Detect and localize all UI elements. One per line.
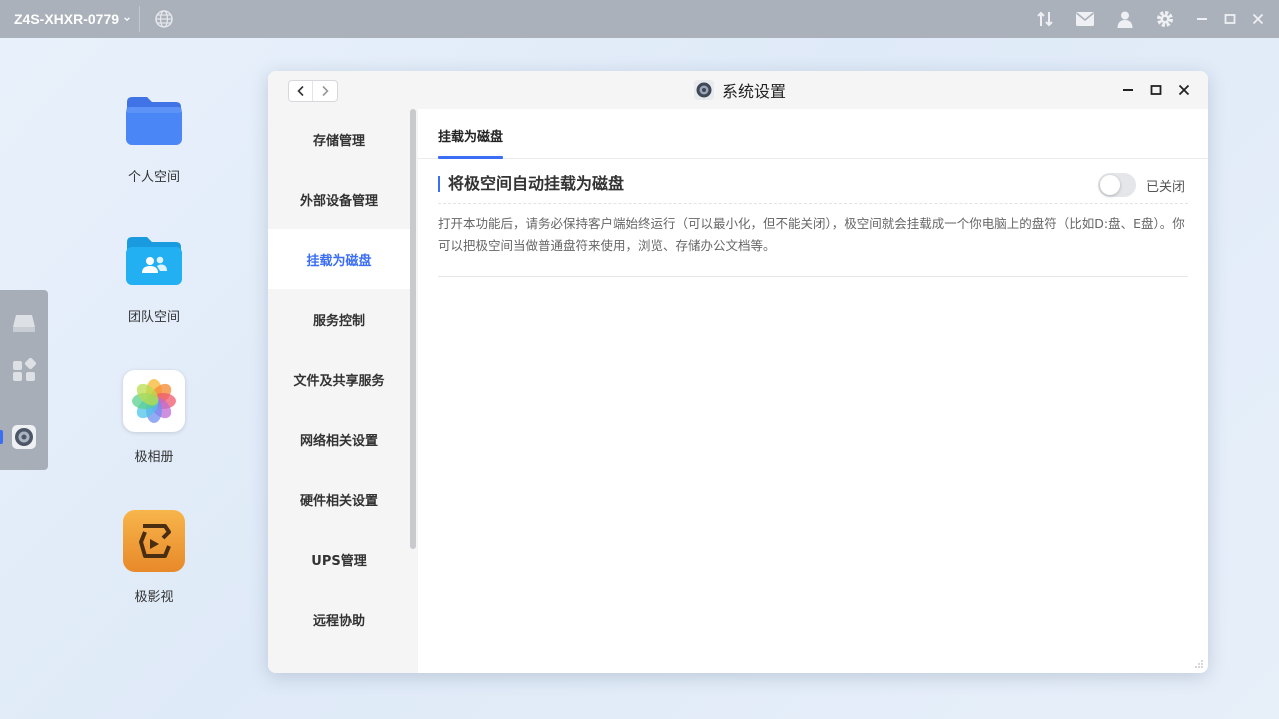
- window-close-button[interactable]: [1177, 83, 1191, 97]
- tab-underline: [438, 156, 503, 159]
- sidebar-item-remote-assist[interactable]: 远程协助: [268, 589, 410, 649]
- tab-bar: 挂载为磁盘: [418, 109, 1208, 159]
- window-title-text: 系统设置: [722, 82, 787, 101]
- window-title: 系统设置: [694, 79, 786, 101]
- sidebar-item-storage[interactable]: 存储管理: [268, 109, 410, 169]
- title-bar[interactable]: 系统设置: [268, 71, 1208, 109]
- close-icon[interactable]: [1251, 12, 1265, 26]
- app-label: 个人空间: [127, 170, 180, 185]
- settings-content: 挂载为磁盘 将极空间自动挂载为磁盘 已关闭 打开本功能后，请务必保持客户端始终运…: [418, 109, 1208, 673]
- sidebar-item-hardware[interactable]: 硬件相关设置: [268, 469, 410, 529]
- settings-window: 系统设置 存储管理 外部设备管理 挂载为磁盘 服务控制 文件及共享服务 网络相关…: [268, 71, 1208, 673]
- tab-mount-disk[interactable]: 挂载为磁盘: [438, 126, 503, 145]
- active-indicator: [0, 430, 3, 444]
- apps-grid-icon[interactable]: [11, 357, 37, 383]
- top-bar: Z4S-XHXR-0779: [0, 0, 1279, 38]
- minimize-icon[interactable]: [1195, 12, 1209, 26]
- auto-mount-toggle[interactable]: [1098, 173, 1136, 197]
- app-label: 极相册: [134, 450, 174, 465]
- divider: [139, 6, 141, 32]
- minimize-icon: [1123, 89, 1133, 91]
- desktop-app-video[interactable]: 极影视: [114, 510, 194, 605]
- app-label: 极影视: [134, 590, 174, 605]
- desktop-app-photos[interactable]: 极相册: [114, 370, 194, 465]
- desktop-app-personal-space[interactable]: 个人空间: [114, 90, 194, 185]
- settings-sidebar: 存储管理 外部设备管理 挂载为磁盘 服务控制 文件及共享服务 网络相关设置 硬件…: [268, 109, 418, 673]
- maximize-icon: [1150, 85, 1162, 95]
- settings-logo-icon: [694, 80, 714, 100]
- drive-icon[interactable]: [11, 310, 37, 336]
- section-description: 打开本功能后，请务必保持客户端始终运行（可以最小化，但不能关闭），极空间就会挂载…: [438, 216, 1185, 253]
- sidebar-item-mount-disk[interactable]: 挂载为磁盘: [268, 229, 410, 289]
- chevron-right-icon: [322, 85, 329, 97]
- divider: [438, 276, 1188, 277]
- sidebar-scrollbar[interactable]: [410, 109, 416, 549]
- side-dock: [0, 290, 48, 470]
- nav-buttons: [288, 80, 338, 102]
- device-selector[interactable]: Z4S-XHXR-0779: [0, 0, 131, 38]
- toggle-status: 已关闭: [1146, 180, 1186, 195]
- sidebar-item-ups[interactable]: UPS管理: [268, 529, 410, 589]
- user-icon[interactable]: [1115, 9, 1135, 29]
- sidebar-item-network[interactable]: 网络相关设置: [268, 409, 410, 469]
- toggle-knob: [1100, 175, 1120, 195]
- app-label: 团队空间: [127, 310, 180, 325]
- resize-handle-icon[interactable]: [1194, 659, 1204, 669]
- sidebar-item-service-control[interactable]: 服务控制: [268, 289, 410, 349]
- window-maximize-button[interactable]: [1149, 83, 1163, 97]
- sidebar-item-external-devices[interactable]: 外部设备管理: [268, 169, 410, 229]
- window-minimize-button[interactable]: [1121, 83, 1135, 97]
- globe-icon[interactable]: [154, 9, 174, 29]
- gear-icon[interactable]: [1155, 9, 1175, 29]
- back-button[interactable]: [289, 81, 314, 101]
- sidebar-item-file-sharing[interactable]: 文件及共享服务: [268, 349, 410, 409]
- mail-icon[interactable]: [1075, 9, 1095, 29]
- photos-icon: [123, 370, 185, 432]
- close-icon: [1178, 84, 1190, 96]
- device-name: Z4S-XHXR-0779: [14, 11, 120, 27]
- settings-app-icon[interactable]: [11, 424, 37, 450]
- transfer-icon[interactable]: [1035, 9, 1055, 29]
- video-icon: [123, 510, 185, 572]
- section-title: 将极空间自动挂载为磁盘: [438, 176, 624, 192]
- divider: [438, 203, 1188, 204]
- chevron-left-icon: [296, 85, 304, 97]
- folder-icon: [123, 90, 185, 152]
- forward-button[interactable]: [313, 81, 337, 101]
- chevron-down-icon: [124, 17, 130, 22]
- desktop-app-team-space[interactable]: 团队空间: [114, 230, 194, 325]
- team-folder-icon: [123, 230, 185, 292]
- maximize-icon[interactable]: [1223, 12, 1237, 26]
